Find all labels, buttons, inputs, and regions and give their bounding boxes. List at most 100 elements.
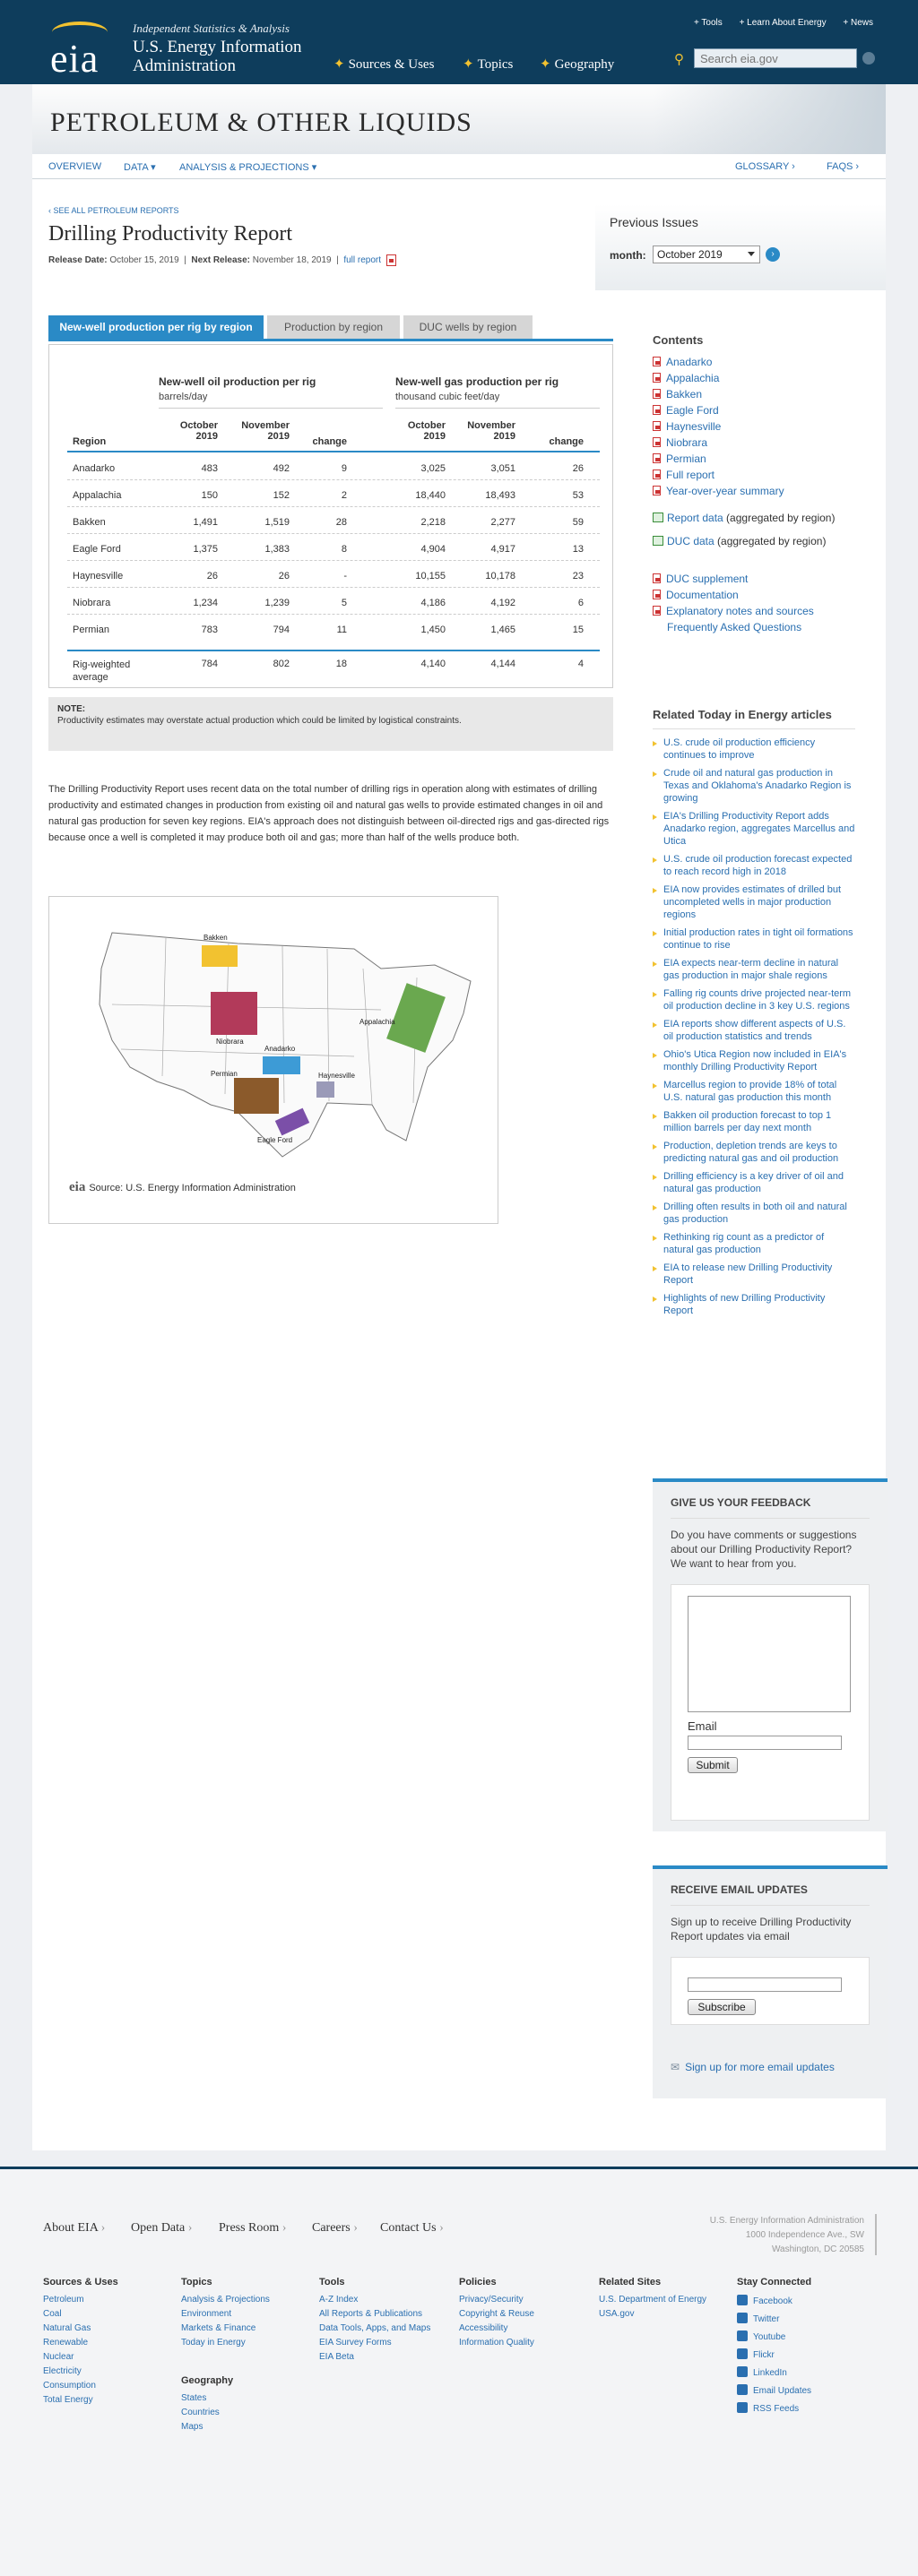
footer-open-data[interactable]: Open Data bbox=[131, 2221, 192, 2236]
social-link[interactable]: LinkedIn bbox=[737, 2365, 811, 2382]
footer-press-room[interactable]: Press Room bbox=[219, 2221, 286, 2236]
documentation-link[interactable]: Documentation bbox=[653, 589, 886, 601]
link-tools[interactable]: + Tools bbox=[694, 18, 723, 28]
footer-link[interactable]: Maps bbox=[181, 2420, 233, 2434]
related-article-link[interactable]: Rethinking rig count as a predictor of n… bbox=[653, 1231, 855, 1256]
search-submit-button[interactable] bbox=[862, 52, 875, 65]
related-article-link[interactable]: EIA expects near-term decline in natural… bbox=[653, 957, 855, 982]
footer-link[interactable]: Analysis & Projections bbox=[181, 2293, 270, 2307]
link-news[interactable]: + News bbox=[843, 18, 873, 28]
related-article-link[interactable]: Highlights of new Drilling Productivity … bbox=[653, 1292, 855, 1317]
pdf-icon[interactable] bbox=[385, 254, 396, 266]
footer-link[interactable]: A-Z Index bbox=[319, 2293, 430, 2307]
related-article-link[interactable]: Falling rig counts drive projected near-… bbox=[653, 987, 855, 1012]
subnav-faqs[interactable]: FAQS › bbox=[827, 161, 859, 172]
footer-link[interactable]: EIA Survey Forms bbox=[319, 2336, 430, 2350]
subnav-glossary[interactable]: GLOSSARY › bbox=[735, 161, 795, 172]
related-article-link[interactable]: U.S. crude oil production efficiency con… bbox=[653, 737, 855, 762]
footer-careers[interactable]: Careers bbox=[312, 2221, 358, 2236]
subnav-analysis[interactable]: ANALYSIS & PROJECTIONS ▾ bbox=[179, 161, 316, 173]
contents-item[interactable]: Eagle Ford bbox=[653, 404, 886, 417]
contents-item[interactable]: Anadarko bbox=[653, 356, 886, 368]
search-input[interactable] bbox=[694, 48, 857, 68]
footer-link[interactable]: Natural Gas bbox=[43, 2322, 118, 2336]
footer-link[interactable]: Total Energy bbox=[43, 2393, 118, 2408]
footer-link[interactable]: Petroleum bbox=[43, 2293, 118, 2307]
tab-duc-wells[interactable]: DUC wells by region bbox=[403, 315, 533, 339]
month-select[interactable]: October 2019 bbox=[653, 246, 760, 263]
subnav-overview[interactable]: OVERVIEW bbox=[48, 161, 101, 172]
contents-item[interactable]: Year-over-year summary bbox=[653, 485, 886, 497]
footer-link[interactable]: All Reports & Publications bbox=[319, 2307, 430, 2322]
related-article-link[interactable]: Crude oil and natural gas production in … bbox=[653, 767, 855, 805]
tab-production-by-region[interactable]: Production by region bbox=[267, 315, 400, 339]
footer-link[interactable]: Nuclear bbox=[43, 2350, 118, 2365]
subnav-data[interactable]: DATA ▾ bbox=[124, 161, 156, 173]
footer-contact[interactable]: Contact Us bbox=[380, 2221, 444, 2236]
footer-link[interactable]: Environment bbox=[181, 2307, 270, 2322]
contents-item[interactable]: Niobrara bbox=[653, 436, 886, 449]
footer-link[interactable]: Countries bbox=[181, 2406, 233, 2420]
related-article-link[interactable]: Drilling efficiency is a key driver of o… bbox=[653, 1170, 855, 1195]
contents-item[interactable]: Appalachia bbox=[653, 372, 886, 384]
contents-item[interactable]: Bakken bbox=[653, 388, 886, 401]
footer-link[interactable]: U.S. Department of Energy bbox=[599, 2293, 706, 2307]
agency-name[interactable]: U.S. Energy Information Administration bbox=[133, 38, 321, 75]
social-link[interactable]: Facebook bbox=[737, 2293, 811, 2311]
nav-sources-uses[interactable]: ✦ Sources & Uses bbox=[333, 56, 434, 73]
footer-link[interactable]: Markets & Finance bbox=[181, 2322, 270, 2336]
footer-link[interactable]: USA.gov bbox=[599, 2307, 706, 2322]
footer-link[interactable]: Coal bbox=[43, 2307, 118, 2322]
related-article-link[interactable]: EIA reports show different aspects of U.… bbox=[653, 1018, 855, 1043]
more-email-updates-link[interactable]: ✉ Sign up for more email updates bbox=[671, 2061, 835, 2073]
footer-link[interactable]: Accessibility bbox=[459, 2322, 534, 2336]
contents-item[interactable]: Permian bbox=[653, 452, 886, 465]
tab-new-well-production[interactable]: New-well production per rig by region bbox=[48, 315, 264, 339]
nav-geography[interactable]: ✦ Geography bbox=[540, 56, 614, 73]
related-article-link[interactable]: Marcellus region to provide 18% of total… bbox=[653, 1079, 855, 1104]
see-all-link[interactable]: ‹ SEE ALL PETROLEUM REPORTS bbox=[48, 206, 179, 215]
related-article-link[interactable]: Ohio's Utica Region now included in EIA'… bbox=[653, 1048, 855, 1073]
related-article-link[interactable]: EIA now provides estimates of drilled bu… bbox=[653, 883, 855, 921]
footer-link[interactable]: Privacy/Security bbox=[459, 2293, 534, 2307]
contents-item[interactable]: Haynesville bbox=[653, 420, 886, 433]
related-article-link[interactable]: EIA to release new Drilling Productivity… bbox=[653, 1262, 855, 1287]
link-learn[interactable]: + Learn About Energy bbox=[740, 18, 827, 28]
month-go-button[interactable]: › bbox=[766, 247, 780, 262]
footer-link[interactable]: States bbox=[181, 2391, 233, 2406]
related-article-link[interactable]: Drilling often results in both oil and n… bbox=[653, 1201, 855, 1226]
footer-link[interactable]: Information Quality bbox=[459, 2336, 534, 2350]
contents-item[interactable]: Full report bbox=[653, 469, 886, 481]
feedback-email-field[interactable] bbox=[688, 1736, 842, 1750]
social-link[interactable]: Flickr bbox=[737, 2347, 811, 2365]
social-link[interactable]: Youtube bbox=[737, 2329, 811, 2347]
related-article-link[interactable]: Production, depletion trends are keys to… bbox=[653, 1140, 855, 1165]
feedback-textarea[interactable] bbox=[688, 1596, 851, 1712]
footer-link[interactable]: Data Tools, Apps, and Maps bbox=[319, 2322, 430, 2336]
duc-data-link[interactable]: DUC data (aggregated by region) bbox=[653, 535, 886, 547]
footer-link[interactable]: Electricity bbox=[43, 2365, 118, 2379]
footer-link[interactable]: Today in Energy bbox=[181, 2336, 270, 2350]
social-link[interactable]: Twitter bbox=[737, 2311, 811, 2329]
footer-link[interactable]: Renewable bbox=[43, 2336, 118, 2350]
eia-logo[interactable]: eia bbox=[50, 36, 99, 82]
faq-link[interactable]: Frequently Asked Questions bbox=[653, 621, 886, 633]
related-article-link[interactable]: U.S. crude oil production forecast expec… bbox=[653, 853, 855, 878]
nav-topics[interactable]: ✦ Topics bbox=[463, 56, 513, 73]
social-link[interactable]: Email Updates bbox=[737, 2382, 811, 2400]
duc-supplement-link[interactable]: DUC supplement bbox=[653, 573, 886, 585]
footer-link[interactable]: Consumption bbox=[43, 2379, 118, 2393]
full-report-link[interactable]: full report bbox=[343, 255, 381, 265]
subscribe-email-field[interactable] bbox=[688, 1977, 842, 1992]
related-article-link[interactable]: Initial production rates in tight oil fo… bbox=[653, 926, 855, 952]
footer-link[interactable]: Copyright & Reuse bbox=[459, 2307, 534, 2322]
social-link[interactable]: RSS Feeds bbox=[737, 2400, 811, 2418]
related-article-link[interactable]: Bakken oil production forecast to top 1 … bbox=[653, 1109, 855, 1134]
explanatory-notes-link[interactable]: Explanatory notes and sources bbox=[653, 605, 886, 617]
footer-about[interactable]: About EIA bbox=[43, 2221, 105, 2236]
subscribe-button[interactable]: Subscribe bbox=[688, 1999, 756, 2015]
feedback-submit-button[interactable]: Submit bbox=[688, 1757, 738, 1773]
related-article-link[interactable]: EIA's Drilling Productivity Report adds … bbox=[653, 810, 855, 848]
footer-link[interactable]: EIA Beta bbox=[319, 2350, 430, 2365]
report-data-link[interactable]: Report data (aggregated by region) bbox=[653, 512, 886, 524]
